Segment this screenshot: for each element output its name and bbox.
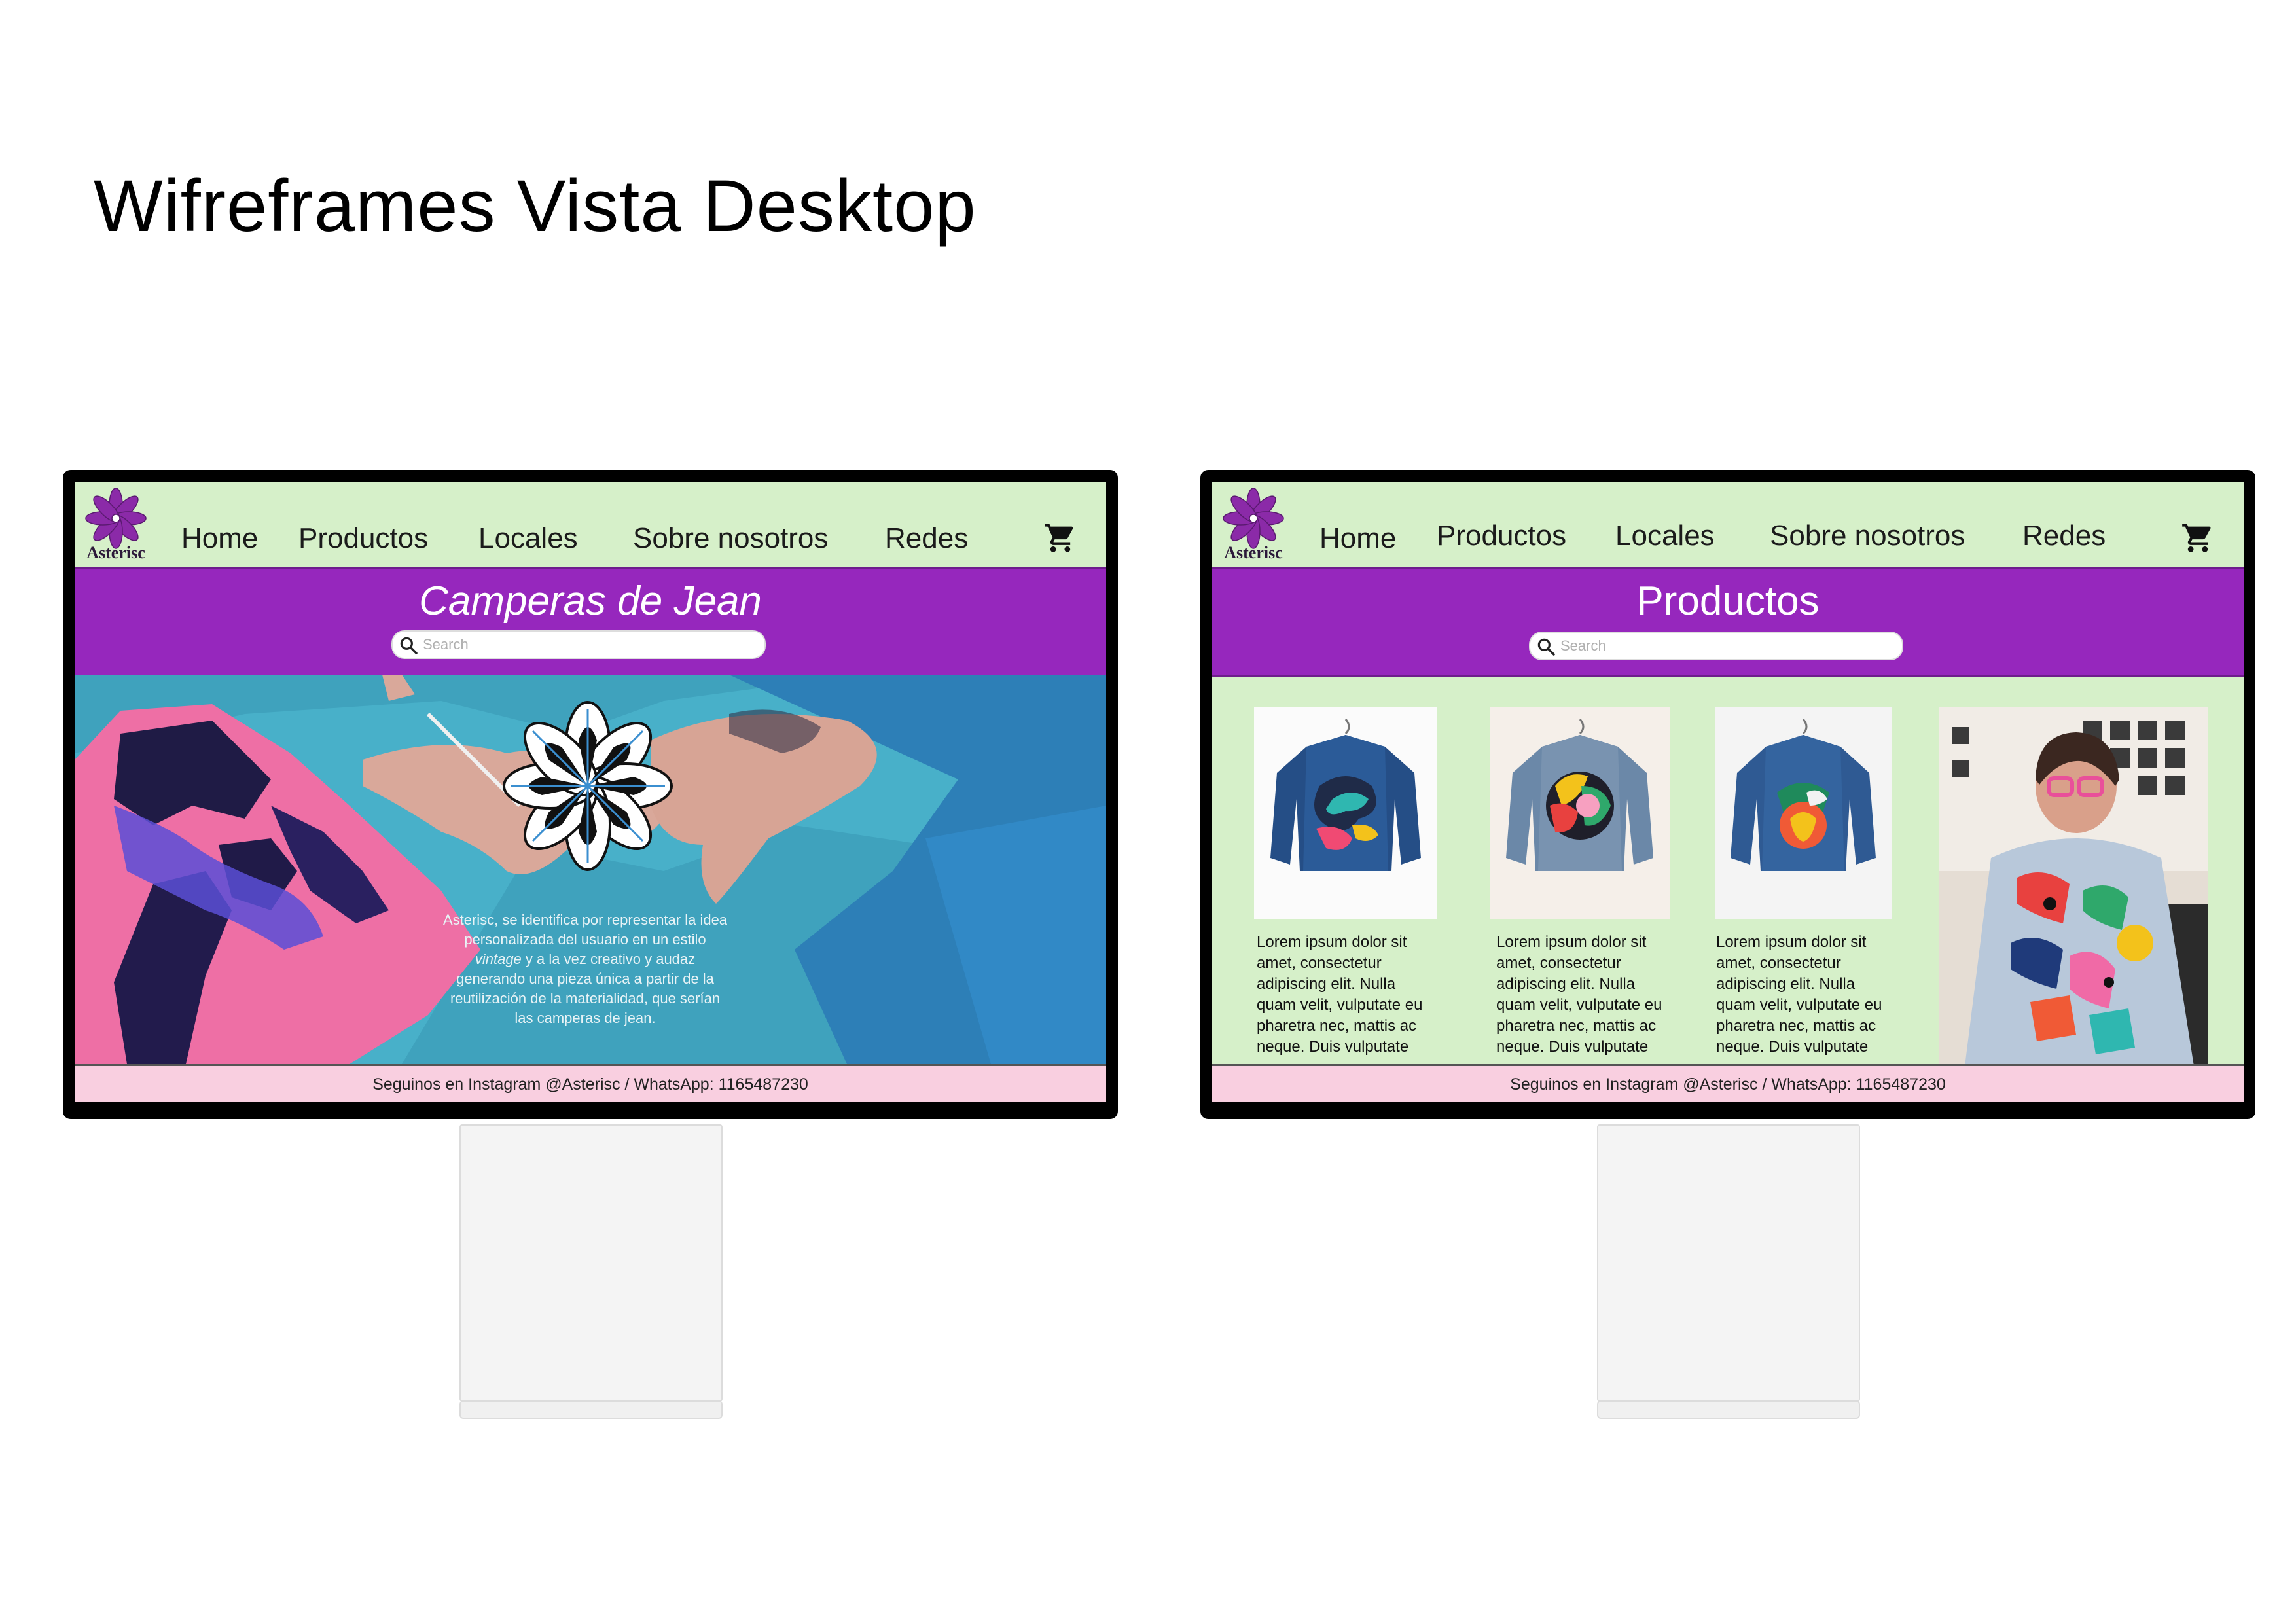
monitor-stand <box>1597 1124 1860 1402</box>
product-image[interactable] <box>1490 707 1670 919</box>
monitor-bezel: Asterisc Home Productos Locales Sobre no… <box>1200 470 2255 1119</box>
cart-icon[interactable] <box>2181 521 2215 555</box>
jacket-image <box>1731 719 1876 871</box>
jacket-image <box>1506 719 1653 871</box>
search-bar[interactable] <box>391 630 766 659</box>
nav-locales[interactable]: Locales <box>1615 520 1715 552</box>
product-image[interactable] <box>1715 707 1892 919</box>
model-photo <box>1939 707 2208 1066</box>
footer-text: Seguinos en Instagram @Asterisc / WhatsA… <box>1510 1075 1946 1094</box>
screen-home: Asterisc Home Productos Locales Sobre no… <box>75 482 1106 1102</box>
footer: Seguinos en Instagram @Asterisc / WhatsA… <box>75 1064 1106 1102</box>
search-input[interactable] <box>422 633 751 656</box>
monitor-stand-base <box>459 1400 723 1419</box>
product-image[interactable] <box>1254 707 1437 919</box>
nav-bar: Asterisc Home Productos Locales Sobre no… <box>75 482 1106 567</box>
hero-text-part: Asterisc, se identifica por representar … <box>442 912 728 948</box>
products-banner: Productos <box>1212 567 2244 677</box>
nav-home[interactable]: Home <box>181 522 258 555</box>
hero-description: Asterisc, se identifica por representar … <box>441 910 729 1028</box>
product-description: Lorem ipsum dolor sit amet, consectetur … <box>1496 933 1662 1056</box>
hero-banner: Camperas de Jean <box>75 567 1106 677</box>
hero-image: Asterisc, se identifica por representar … <box>75 675 1106 1064</box>
monitor-stand <box>459 1124 723 1402</box>
nav-bar: Asterisc Home Productos Locales Sobre no… <box>1212 482 2244 567</box>
brand-name: Asterisc <box>1224 543 1283 562</box>
nav-sobre-nosotros[interactable]: Sobre nosotros <box>633 522 828 555</box>
page-title: Wifreframes Vista Desktop <box>94 165 977 247</box>
search-icon <box>1537 638 1555 656</box>
search-bar[interactable] <box>1529 632 1903 660</box>
asterisc-flower-icon <box>503 701 673 871</box>
nav-redes[interactable]: Redes <box>2022 520 2106 552</box>
nav-home[interactable]: Home <box>1319 522 1396 555</box>
nav-sobre-nosotros[interactable]: Sobre nosotros <box>1770 520 1965 552</box>
search-input[interactable] <box>1559 634 1889 658</box>
nav-productos[interactable]: Productos <box>1437 520 1566 552</box>
product-description: Lorem ipsum dolor sit amet, consectetur … <box>1716 933 1882 1056</box>
banner-title: Camperas de Jean <box>419 579 762 624</box>
banner-title: Productos <box>1636 579 1820 624</box>
search-icon <box>400 637 418 654</box>
monitor-bezel: Asterisc Home Productos Locales Sobre no… <box>63 470 1118 1119</box>
nav-redes[interactable]: Redes <box>885 522 968 555</box>
cart-icon[interactable] <box>1043 521 1077 555</box>
footer-text: Seguinos en Instagram @Asterisc / WhatsA… <box>372 1075 808 1094</box>
product-description: Lorem ipsum dolor sit amet, consectetur … <box>1257 933 1423 1056</box>
featured-photo[interactable] <box>1939 707 2208 1066</box>
screen-productos: Asterisc Home Productos Locales Sobre no… <box>1212 482 2244 1102</box>
nav-productos[interactable]: Productos <box>298 522 428 555</box>
footer: Seguinos en Instagram @Asterisc / WhatsA… <box>1212 1064 2244 1102</box>
monitor-stand-base <box>1597 1400 1860 1419</box>
hero-text-italic: vintage <box>475 951 522 967</box>
jacket-image <box>1270 719 1421 871</box>
nav-locales[interactable]: Locales <box>478 522 578 555</box>
brand-name: Asterisc <box>86 543 145 562</box>
